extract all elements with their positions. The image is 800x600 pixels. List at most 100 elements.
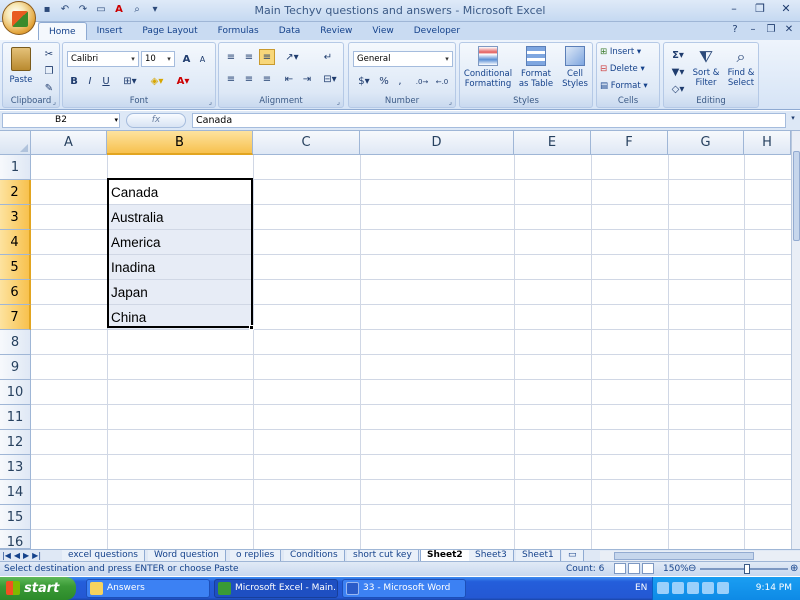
- fill-handle[interactable]: [249, 325, 254, 330]
- row-header-14[interactable]: 14: [0, 480, 31, 505]
- row-header-6[interactable]: 6: [0, 280, 31, 305]
- orientation-icon[interactable]: ↗▾: [281, 49, 303, 65]
- format-as-table-button[interactable]: Format as Table: [516, 46, 556, 89]
- align-bottom-icon[interactable]: ≡: [259, 49, 275, 65]
- delete-cells-button[interactable]: ⊟ Delete ▾: [600, 64, 658, 74]
- row-header-3[interactable]: 3: [0, 205, 31, 230]
- chevron-down-icon[interactable]: ▾: [114, 114, 118, 127]
- tab-data[interactable]: Data: [269, 22, 311, 40]
- format-painter-icon[interactable]: ✎: [41, 80, 57, 96]
- dialog-launcher-icon[interactable]: ⌟: [337, 98, 340, 106]
- decrease-indent-icon[interactable]: ⇤: [281, 71, 297, 87]
- font-color-icon[interactable]: A▾: [171, 73, 195, 89]
- find-select-button[interactable]: ⌕ Find & Select: [724, 46, 758, 88]
- align-top-icon[interactable]: ≡: [223, 49, 239, 65]
- autosum-button[interactable]: Σ▾: [667, 47, 689, 63]
- cut-icon[interactable]: ✂: [41, 46, 57, 62]
- dialog-launcher-icon[interactable]: ⌟: [209, 98, 212, 106]
- column-header-g[interactable]: G: [668, 131, 744, 155]
- cell-b4[interactable]: America: [108, 230, 253, 254]
- align-middle-icon[interactable]: ≡: [241, 49, 257, 65]
- tab-home[interactable]: Home: [38, 22, 87, 40]
- minimize-icon[interactable]: –: [722, 2, 746, 18]
- zoom-slider-knob[interactable]: [744, 564, 750, 574]
- align-right-icon[interactable]: ≡: [259, 71, 275, 87]
- tray-app-icon[interactable]: [702, 582, 714, 594]
- zoom-slider[interactable]: [700, 564, 788, 574]
- row-header-12[interactable]: 12: [0, 430, 31, 455]
- restore-icon[interactable]: ❐: [748, 2, 772, 18]
- help-icon[interactable]: ?: [728, 24, 742, 38]
- page-layout-view-icon[interactable]: [628, 563, 640, 574]
- comma-button[interactable]: ,: [393, 73, 407, 89]
- start-button[interactable]: start: [0, 577, 76, 600]
- taskbar-item-answers[interactable]: Answers: [86, 579, 210, 598]
- shrink-font-icon[interactable]: A: [195, 51, 210, 67]
- language-indicator[interactable]: EN: [635, 577, 647, 600]
- row-header-4[interactable]: 4: [0, 230, 31, 255]
- taskbar-item-word[interactable]: 33 - Microsoft Word: [342, 579, 466, 598]
- copy-icon[interactable]: ❐: [41, 63, 57, 79]
- normal-view-icon[interactable]: [614, 563, 626, 574]
- paste-button[interactable]: Paste: [7, 47, 35, 91]
- column-header-c[interactable]: C: [253, 131, 360, 155]
- italic-button[interactable]: I: [83, 73, 97, 89]
- column-header-f[interactable]: F: [591, 131, 668, 155]
- row-header-13[interactable]: 13: [0, 455, 31, 480]
- column-header-d[interactable]: D: [360, 131, 514, 155]
- tray-app-icon[interactable]: [657, 582, 669, 594]
- cell-b3[interactable]: Australia: [108, 205, 253, 229]
- dialog-launcher-icon[interactable]: ⌟: [53, 98, 56, 106]
- select-all-button[interactable]: [0, 131, 31, 155]
- wrap-text-icon[interactable]: ↵: [319, 49, 337, 65]
- column-header-e[interactable]: E: [514, 131, 591, 155]
- tab-developer[interactable]: Developer: [404, 22, 470, 40]
- row-header-10[interactable]: 10: [0, 380, 31, 405]
- cell-styles-button[interactable]: Cell Styles: [558, 46, 592, 89]
- taskbar-item-excel[interactable]: Microsoft Excel - Main...: [214, 579, 338, 598]
- dialog-launcher-icon[interactable]: ⌟: [449, 98, 452, 106]
- increase-indent-icon[interactable]: ⇥: [299, 71, 315, 87]
- increase-decimal-icon[interactable]: .0→: [413, 73, 431, 89]
- clear-icon[interactable]: ◇▾: [667, 81, 689, 97]
- column-header-h[interactable]: H: [744, 131, 791, 155]
- underline-button[interactable]: U: [99, 73, 113, 89]
- tab-view[interactable]: View: [362, 22, 403, 40]
- office-button[interactable]: [2, 1, 36, 35]
- minimize-workbook-icon[interactable]: –: [746, 24, 760, 38]
- borders-icon[interactable]: ⊞▾: [119, 73, 141, 89]
- cell-area[interactable]: Canada Australia America Inadina Japan C…: [31, 155, 791, 549]
- row-header-11[interactable]: 11: [0, 405, 31, 430]
- decrease-decimal-icon[interactable]: ←.0: [433, 73, 451, 89]
- align-center-icon[interactable]: ≡: [241, 71, 257, 87]
- cell-b5[interactable]: Inadina: [108, 255, 253, 279]
- row-header-15[interactable]: 15: [0, 505, 31, 530]
- vertical-scroll-thumb[interactable]: [793, 151, 800, 241]
- font-size-select[interactable]: 10 ▾: [141, 51, 175, 67]
- align-left-icon[interactable]: ≡: [223, 71, 239, 87]
- volume-icon[interactable]: [717, 582, 729, 594]
- currency-button[interactable]: $▾: [353, 73, 375, 89]
- row-header-5[interactable]: 5: [0, 255, 31, 280]
- grow-font-icon[interactable]: A: [179, 51, 194, 67]
- close-icon[interactable]: ✕: [774, 2, 798, 18]
- font-family-select[interactable]: Calibri ▾: [67, 51, 139, 67]
- zoom-in-icon[interactable]: ⊕: [790, 562, 798, 576]
- horizontal-scroll-thumb[interactable]: [614, 552, 754, 560]
- horizontal-scrollbar[interactable]: [600, 551, 800, 561]
- restore-workbook-icon[interactable]: ❐: [764, 24, 778, 38]
- conditional-formatting-button[interactable]: Conditional Formatting: [462, 46, 514, 89]
- cell-b7[interactable]: China: [108, 305, 253, 329]
- cell-b6[interactable]: Japan: [108, 280, 253, 304]
- sort-filter-button[interactable]: ⧨ Sort & Filter: [690, 46, 722, 88]
- page-break-view-icon[interactable]: [642, 563, 654, 574]
- insert-function-button[interactable]: fx: [126, 113, 186, 128]
- row-header-8[interactable]: 8: [0, 330, 31, 355]
- tab-review[interactable]: Review: [310, 22, 362, 40]
- bold-button[interactable]: B: [67, 73, 81, 89]
- close-workbook-icon[interactable]: ✕: [782, 24, 796, 38]
- row-header-16[interactable]: 16: [0, 530, 31, 550]
- fill-icon[interactable]: ▼▾: [667, 64, 689, 80]
- row-header-7[interactable]: 7: [0, 305, 31, 330]
- zoom-level[interactable]: 150%: [663, 562, 689, 576]
